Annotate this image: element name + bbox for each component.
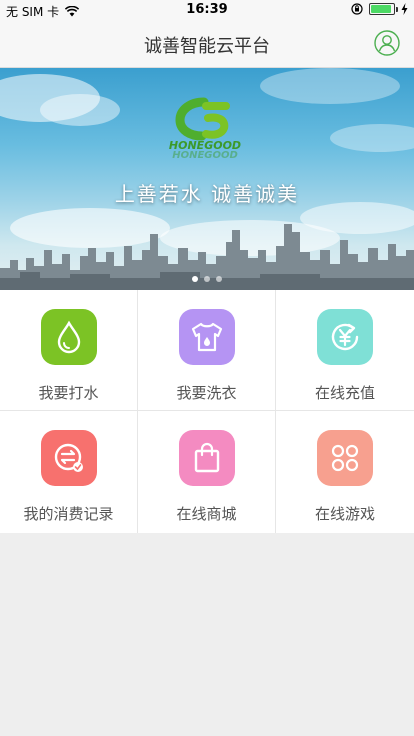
rotation-lock-icon (351, 3, 363, 15)
status-bar: 无 SIM 卡 16:39 (0, 0, 414, 20)
carousel-dot-2[interactable] (204, 276, 210, 282)
carousel-dot-1[interactable] (192, 276, 198, 282)
menu-item-mall[interactable]: 在线商城 (138, 411, 276, 533)
consumption-record-icon (40, 430, 97, 486)
banner-slogan: 上善若水 诚善诚美 (114, 182, 300, 206)
carousel-indicator (0, 276, 414, 282)
game-grid-icon (317, 430, 373, 486)
menu-item-label: 在线充值 (314, 384, 375, 402)
charging-bolt-icon (401, 3, 408, 15)
svg-text:HONEGOOD: HONEGOOD (172, 150, 238, 160)
navigation-bar: 诚善智能云平台 (0, 20, 414, 68)
menu-item-label: 在线商城 (176, 505, 237, 523)
banner-carousel[interactable]: HONEGOOD HONEGOOD 上善若水 诚善诚美 (0, 68, 414, 290)
user-icon[interactable] (374, 30, 400, 56)
feature-grid: 我要打水 我要洗衣 在线充值 我的消费记录 在线商城 在线游戏 (0, 290, 414, 533)
menu-item-laundry[interactable]: 我要洗衣 (138, 290, 276, 411)
menu-item-label: 我要打水 (38, 384, 99, 402)
page-title: 诚善智能云平台 (144, 36, 270, 57)
menu-item-label: 我的消费记录 (23, 505, 114, 523)
menu-item-records[interactable]: 我的消费记录 (0, 411, 138, 533)
water-drop-icon (40, 309, 97, 365)
menu-item-games[interactable]: 在线游戏 (276, 411, 414, 533)
carousel-dot-3[interactable] (216, 276, 222, 282)
shopping-bag-icon (178, 430, 235, 486)
honegood-logo: HONEGOOD HONEGOOD (169, 97, 241, 160)
battery-level-fill (371, 5, 392, 13)
menu-item-water[interactable]: 我要打水 (0, 290, 138, 411)
laundry-shirt-icon (178, 309, 235, 365)
recharge-yuan-icon (317, 309, 373, 365)
menu-item-recharge[interactable]: 在线充值 (276, 290, 414, 411)
menu-item-label: 在线游戏 (314, 505, 375, 523)
status-right (351, 3, 408, 15)
battery-icon (369, 3, 398, 15)
menu-item-label: 我要洗衣 (176, 384, 237, 402)
